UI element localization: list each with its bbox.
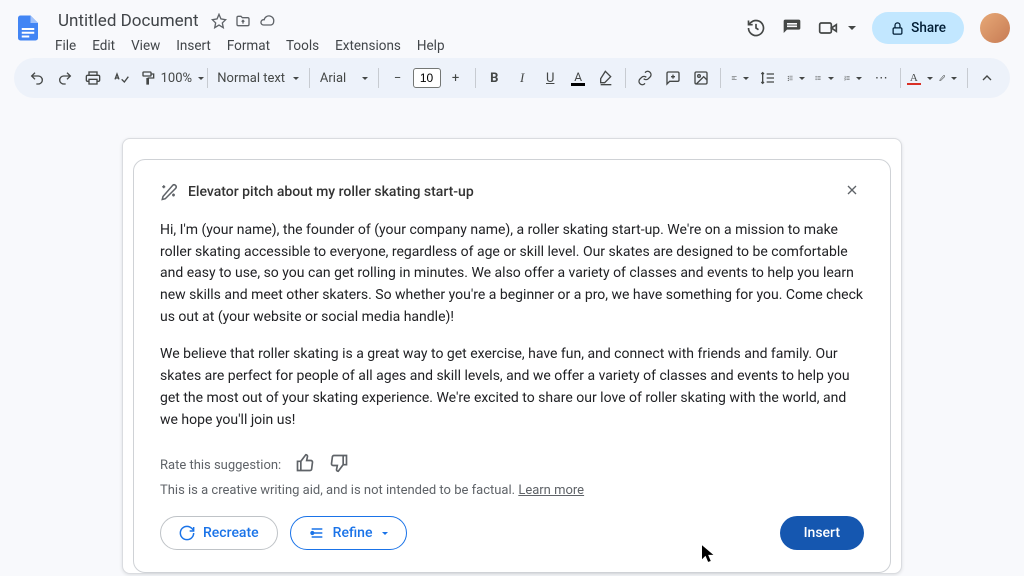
menu-help[interactable]: Help	[410, 35, 452, 57]
rate-label: Rate this suggestion:	[160, 458, 281, 473]
menu-bar: File Edit View Insert Format Tools Exten…	[48, 35, 746, 57]
account-avatar[interactable]	[980, 13, 1010, 43]
learn-more-link[interactable]: Learn more	[518, 483, 584, 498]
italic-button[interactable]: I	[509, 65, 535, 91]
checklist-button[interactable]	[783, 65, 809, 91]
ai-generated-body: Hi, I'm (your name), the founder of (you…	[160, 220, 864, 431]
title-bar: Untitled Document File Edit View Insert …	[0, 0, 1024, 58]
numbered-list-button[interactable]	[840, 65, 866, 91]
docs-logo-icon[interactable]	[10, 10, 46, 46]
ai-paragraph: Hi, I'm (your name), the founder of (you…	[160, 220, 864, 328]
text-color-button[interactable]: A	[565, 65, 591, 91]
menu-edit[interactable]: Edit	[85, 35, 122, 57]
font-size-decrease[interactable]: −	[385, 65, 411, 91]
recreate-label: Recreate	[203, 525, 259, 541]
star-icon[interactable]	[211, 13, 227, 29]
align-button[interactable]	[727, 65, 753, 91]
paragraph-style-select[interactable]: Normal text	[213, 65, 303, 91]
insert-image-button[interactable]	[688, 65, 714, 91]
magic-write-icon	[160, 183, 178, 201]
thumbs-up-icon[interactable]	[295, 453, 315, 477]
share-label: Share	[911, 20, 946, 36]
font-size-input[interactable]	[413, 68, 441, 88]
document-canvas: Elevator pitch about my roller skating s…	[0, 108, 1024, 574]
zoom-select[interactable]: 100%	[164, 65, 201, 91]
ai-suggestion-card: Elevator pitch about my roller skating s…	[133, 159, 891, 573]
thumbs-down-icon[interactable]	[329, 453, 349, 477]
paint-format-button[interactable]	[136, 65, 162, 91]
bold-button[interactable]: B	[481, 65, 507, 91]
insert-comment-button[interactable]	[660, 65, 686, 91]
print-button[interactable]	[80, 65, 106, 91]
font-family-select[interactable]: Arial	[316, 65, 372, 91]
share-button[interactable]: Share	[872, 12, 964, 44]
input-tools-button[interactable]: A	[907, 65, 933, 91]
insert-button[interactable]: Insert	[780, 516, 864, 550]
spellcheck-button[interactable]	[108, 65, 134, 91]
refine-button[interactable]: Refine	[290, 516, 408, 550]
meet-caret-icon[interactable]	[848, 26, 856, 30]
cloud-status-icon[interactable]	[259, 13, 275, 29]
collapse-toolbar-button[interactable]	[974, 65, 1000, 91]
ai-disclaimer: This is a creative writing aid, and is n…	[160, 483, 864, 498]
comments-icon[interactable]	[782, 18, 802, 38]
document-title[interactable]: Untitled Document	[54, 9, 203, 33]
line-spacing-button[interactable]	[755, 65, 781, 91]
menu-tools[interactable]: Tools	[279, 35, 326, 57]
menu-view[interactable]: View	[124, 35, 167, 57]
insert-link-button[interactable]	[632, 65, 658, 91]
history-icon[interactable]	[746, 18, 766, 38]
ai-actions-row: Recreate Refine Insert	[160, 516, 864, 550]
underline-button[interactable]: U	[537, 65, 563, 91]
highlight-color-button[interactable]	[593, 65, 619, 91]
undo-button[interactable]	[24, 65, 50, 91]
redo-button[interactable]	[52, 65, 78, 91]
meet-icon[interactable]	[818, 18, 838, 38]
font-size-increase[interactable]: +	[443, 65, 469, 91]
more-tools-button[interactable]: ⋯	[868, 65, 894, 91]
ai-paragraph: We believe that roller skating is a grea…	[160, 344, 864, 431]
refine-label: Refine	[333, 525, 373, 541]
header-actions: Share	[746, 12, 1010, 44]
menu-file[interactable]: File	[48, 35, 83, 57]
formatting-toolbar: 100% Normal text Arial − + B I U A ⋯ A	[14, 58, 1010, 98]
bulleted-list-button[interactable]	[811, 65, 837, 91]
close-button[interactable]	[840, 178, 864, 206]
ai-rate-row: Rate this suggestion:	[160, 453, 864, 477]
ai-prompt-title: Elevator pitch about my roller skating s…	[188, 184, 830, 200]
recreate-button[interactable]: Recreate	[160, 516, 278, 550]
document-page[interactable]: Elevator pitch about my roller skating s…	[122, 138, 902, 574]
editing-mode-button[interactable]	[935, 65, 961, 91]
move-icon[interactable]	[235, 13, 251, 29]
insert-label: Insert	[804, 525, 840, 541]
menu-extensions[interactable]: Extensions	[328, 35, 408, 57]
menu-insert[interactable]: Insert	[169, 35, 218, 57]
refine-caret-icon	[382, 532, 388, 535]
menu-format[interactable]: Format	[220, 35, 277, 57]
